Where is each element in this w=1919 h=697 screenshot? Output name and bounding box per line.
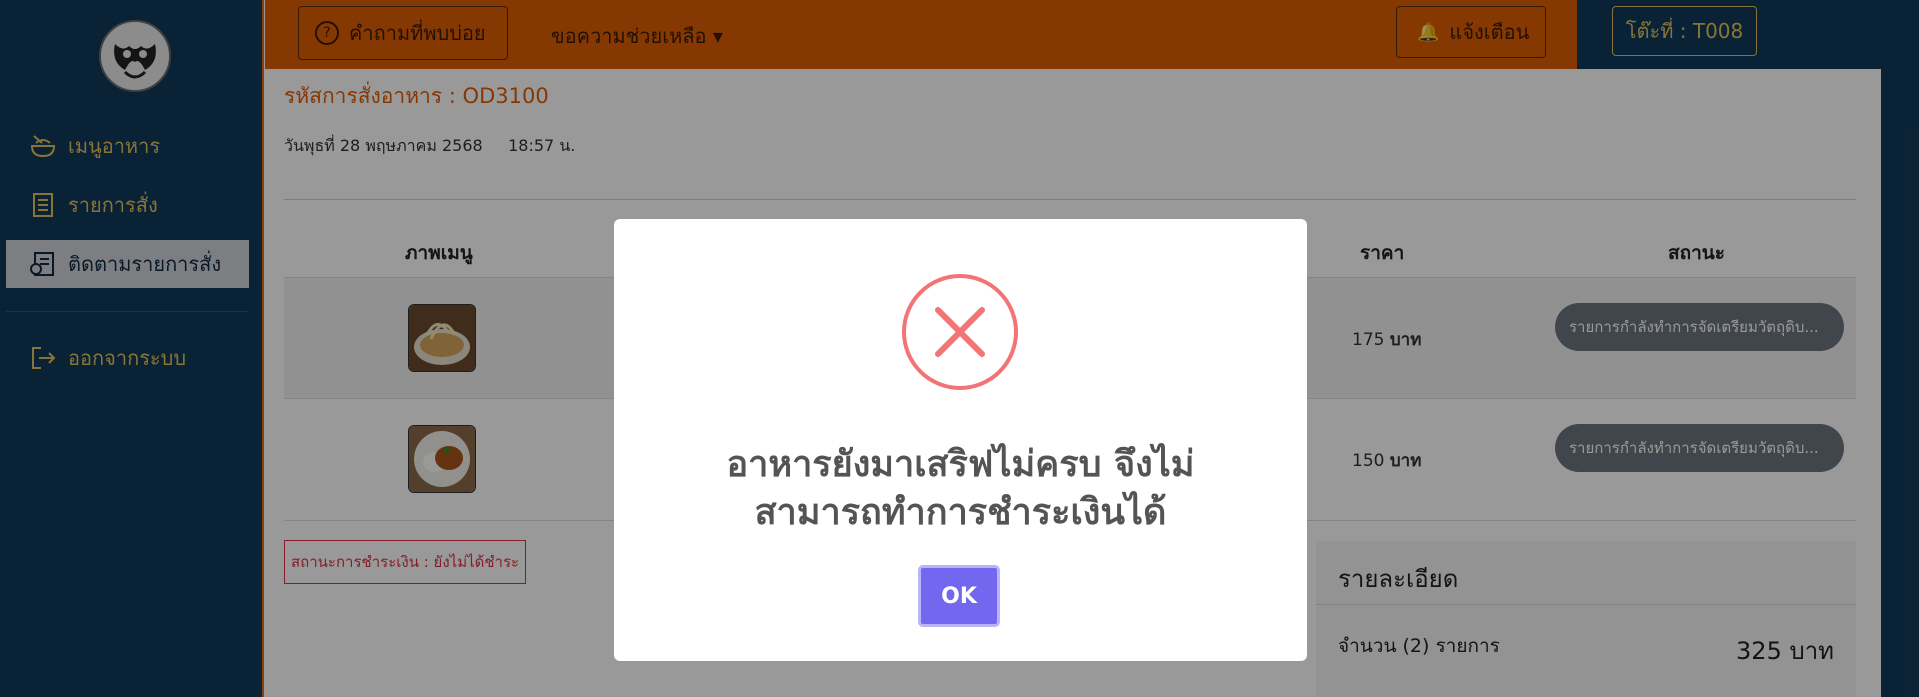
dialog-message-line: อาหารยังมาเสริฟไม่ครบ จึงไม่ bbox=[726, 444, 1195, 485]
dialog-message-line: สามารถทำการชำระเงินได้ bbox=[754, 492, 1167, 533]
ok-button[interactable]: OK bbox=[918, 565, 1000, 627]
error-dialog: อาหารยังมาเสริฟไม่ครบ จึงไม่ สามารถทำการ… bbox=[614, 219, 1307, 661]
error-x-icon bbox=[902, 274, 1018, 390]
dialog-message: อาหารยังมาเสริฟไม่ครบ จึงไม่ สามารถทำการ… bbox=[654, 441, 1267, 537]
